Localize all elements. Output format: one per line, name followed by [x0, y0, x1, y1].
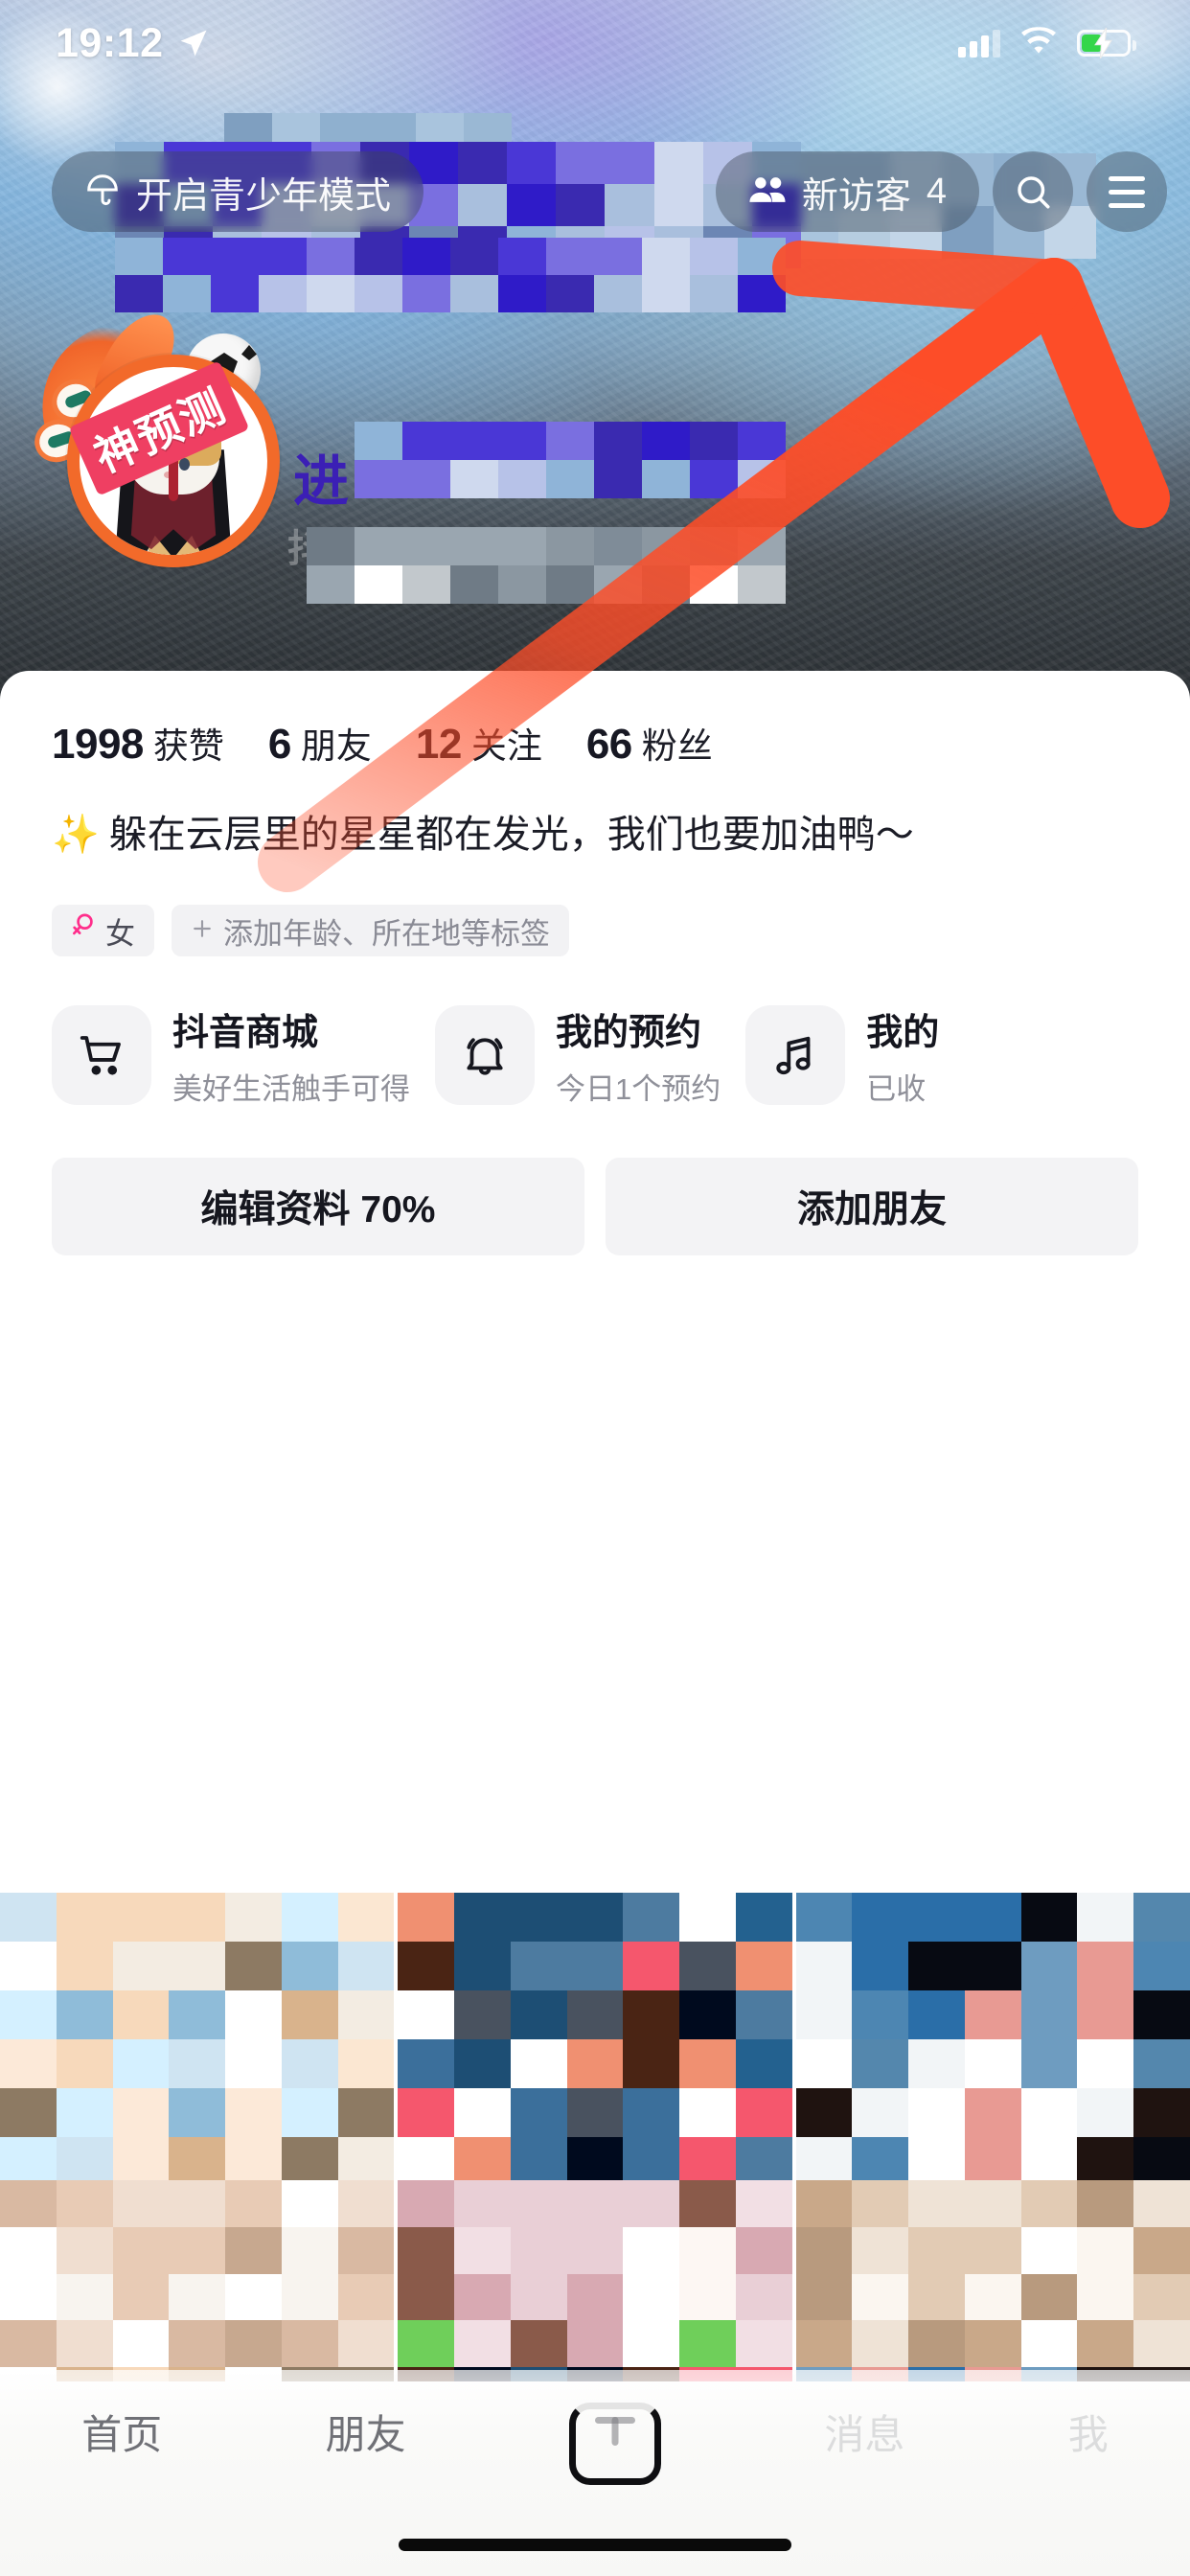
stat-following[interactable]: 12 关注: [416, 717, 542, 769]
edit-profile-button[interactable]: 编辑资料 70%: [52, 1158, 584, 1255]
music-note-icon: [745, 1005, 846, 1105]
profile-actions-row: 编辑资料 70% 添加朋友: [0, 1108, 1190, 1255]
stat-likes[interactable]: 1998 获赞: [52, 717, 224, 769]
stat-followers-label: 粉丝: [641, 726, 713, 766]
service-mall-subtitle: 美好生活触手可得: [172, 1072, 410, 1106]
phone-screen: 19:12 开启青少年模式 新访客 4 神预测 进 1998 获赞 6 朋友 1…: [0, 0, 1190, 2576]
video-thumbnail[interactable]: [398, 2180, 792, 2367]
stat-followers[interactable]: 66 粉丝: [586, 717, 713, 769]
search-icon[interactable]: [993, 151, 1073, 232]
stat-following-value: 12: [415, 721, 462, 768]
cellular-signal-icon: [958, 29, 1000, 58]
status-bar-right: [958, 26, 1136, 60]
service-music-title: 我的: [866, 1013, 940, 1053]
stat-friends-value: 6: [267, 721, 291, 768]
service-mall[interactable]: 抖音商城 美好生活触手可得: [52, 1002, 410, 1108]
home-indicator: [399, 2539, 791, 2551]
bell-icon: [435, 1005, 535, 1105]
tab-messages[interactable]: 消息: [824, 2403, 904, 2461]
battery-charging-icon: [1077, 28, 1136, 58]
female-gender-icon: [71, 912, 96, 949]
stat-friends[interactable]: 6 朋友: [268, 717, 372, 769]
censor-mosaic-band-2: [355, 422, 786, 498]
censor-mosaic-band-1: [115, 238, 786, 312]
tab-home[interactable]: 首页: [81, 2403, 162, 2461]
visitors-label: 新访客: [801, 175, 911, 217]
stat-following-label: 关注: [470, 726, 542, 766]
status-time: 19:12: [56, 19, 164, 66]
profile-services-row: 抖音商城 美好生活触手可得 我的预约 今日1个预约 我的 已收: [0, 956, 1190, 1108]
service-music-subtitle: 已收: [866, 1072, 927, 1106]
teen-mode-label: 开启青少年模式: [136, 175, 392, 217]
stat-followers-value: 66: [585, 721, 632, 768]
service-mall-title: 抖音商城: [172, 1013, 319, 1053]
new-visitors-button[interactable]: 新访客 4: [715, 151, 979, 232]
service-appointments-title: 我的预约: [556, 1013, 702, 1053]
service-music[interactable]: 我的 已收: [745, 1002, 939, 1108]
hamburger-menu-icon[interactable]: [1087, 151, 1167, 232]
video-thumbnail[interactable]: [795, 2180, 1190, 2367]
shopping-cart-icon: [52, 1005, 151, 1105]
stat-friends-label: 朋友: [300, 726, 372, 766]
tag-gender-label: 女: [105, 916, 135, 951]
umbrella-icon: [84, 172, 121, 213]
stat-likes-label: 获赞: [152, 726, 224, 766]
profile-tags-row: 女 添加年龄、所在地等标签: [0, 861, 1190, 956]
censor-mosaic-band-3: [307, 527, 786, 604]
create-post-button[interactable]: [568, 2403, 661, 2485]
profile-stats-row: 1998 获赞 6 朋友 12 关注 66 粉丝: [0, 671, 1190, 769]
menu-lines: [1109, 175, 1145, 208]
tag-gender[interactable]: 女: [52, 905, 154, 956]
tab-profile[interactable]: 我: [1068, 2403, 1109, 2461]
profile-bio-text: 躲在云层里的星星都在发光，我们也要加油鸭～: [108, 814, 914, 856]
visitors-icon: [748, 174, 787, 210]
stat-likes-value: 1998: [52, 721, 144, 768]
tag-add-info[interactable]: 添加年龄、所在地等标签: [172, 905, 569, 956]
visitors-count: 4: [926, 171, 947, 212]
video-thumbnail[interactable]: [0, 2180, 395, 2367]
profile-bio[interactable]: ✨ 躲在云层里的星星都在发光，我们也要加油鸭～: [0, 769, 1190, 861]
status-bar: 19:12: [0, 0, 1190, 86]
wifi-icon: [1019, 26, 1058, 60]
location-arrow-icon: [176, 26, 211, 60]
plus-icon: [191, 913, 214, 948]
video-grid-row-2: [0, 2180, 1190, 2367]
add-friend-button[interactable]: 添加朋友: [606, 1158, 1138, 1255]
status-bar-left: 19:12: [56, 20, 211, 67]
cover-sticker: 神预测: [8, 305, 314, 592]
cover-top-nav: 开启青少年模式 新访客 4: [0, 142, 1190, 242]
tab-friends[interactable]: 朋友: [326, 2403, 406, 2461]
teen-mode-button[interactable]: 开启青少年模式: [52, 151, 424, 232]
sparkle-icon: ✨: [52, 814, 100, 856]
tag-add-label: 添加年龄、所在地等标签: [223, 916, 550, 951]
service-appointments[interactable]: 我的预约 今日1个预约: [435, 1002, 721, 1108]
service-appointments-subtitle: 今日1个预约: [556, 1072, 721, 1106]
